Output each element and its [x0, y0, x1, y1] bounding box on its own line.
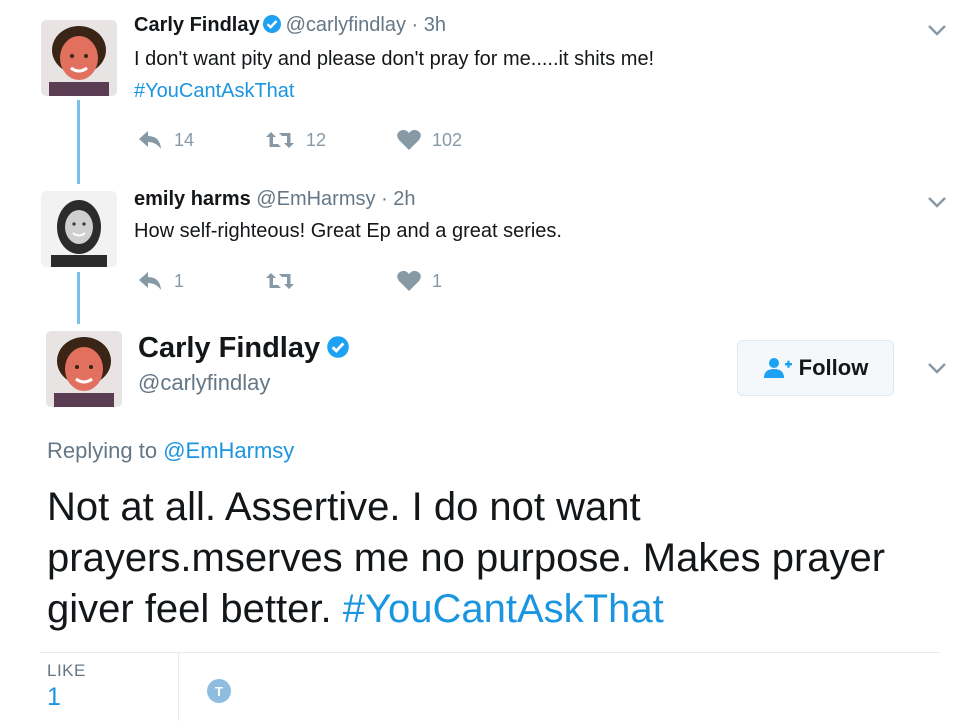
author-name[interactable]: emily harms — [134, 188, 251, 210]
tweet-header: emily harms @EmHarmsy · 2h — [134, 188, 416, 211]
retweet-button[interactable]: 12 — [264, 128, 326, 152]
reply-icon — [139, 131, 161, 149]
verified-badge-icon — [262, 14, 282, 40]
retweet-icon — [266, 273, 294, 289]
author-handle[interactable]: @carlyfindlay — [138, 370, 270, 396]
tweet-text: Not at all. Assertive. I do not want pra… — [47, 482, 947, 635]
likes-label[interactable]: LIKE — [47, 661, 86, 681]
hashtag-link[interactable]: #YouCantAskThat — [343, 587, 664, 631]
retweet-button[interactable] — [264, 269, 306, 293]
avatar[interactable] — [41, 20, 117, 96]
author-name-text[interactable]: Carly Findlay — [138, 332, 320, 364]
author-handle[interactable]: @EmHarmsy — [256, 188, 375, 210]
tweet-time[interactable]: · 3h — [412, 14, 446, 36]
reply-target-link[interactable]: @EmHarmsy — [163, 438, 294, 463]
author-handle[interactable]: @carlyfindlay — [286, 14, 406, 36]
reply-button[interactable]: 14 — [136, 128, 194, 152]
hashtag-link[interactable]: #YouCantAskThat — [134, 80, 294, 103]
like-count: 1 — [432, 270, 443, 291]
verified-badge-icon — [326, 334, 350, 367]
reply-icon — [139, 272, 161, 290]
likes-count[interactable]: 1 — [47, 683, 61, 712]
tweet-actions: 14 12 102 — [134, 128, 534, 156]
follow-button[interactable]: Follow — [737, 340, 894, 396]
tweet-carly-1[interactable]: Carly Findlay @carlyfindlay · 3h I don't … — [0, 0, 970, 180]
avatar[interactable] — [41, 191, 117, 267]
tweet-emily[interactable]: emily harms @EmHarmsy · 2h How self-righ… — [0, 180, 970, 320]
avatar-photo — [41, 20, 117, 96]
divider — [40, 652, 940, 653]
avatar-photo — [46, 331, 122, 407]
reply-count: 14 — [174, 129, 195, 150]
retweet-count: 12 — [306, 129, 327, 150]
tweet-actions: 1 1 — [134, 269, 534, 297]
retweet-icon — [266, 132, 294, 148]
reply-count: 1 — [174, 270, 185, 291]
replying-prefix: Replying to — [47, 438, 158, 463]
like-count: 102 — [432, 129, 463, 150]
heart-icon — [397, 270, 421, 291]
tweet-header: Carly Findlay @carlyfindlay · 3h — [134, 14, 446, 40]
like-button[interactable]: 102 — [396, 128, 462, 152]
tweet-time[interactable]: · 2h — [381, 188, 415, 210]
add-user-icon — [763, 358, 792, 378]
chevron-down-icon[interactable] — [925, 360, 949, 376]
author-name[interactable]: Carly Findlay — [138, 332, 354, 367]
heart-icon — [397, 129, 421, 150]
avatar-photo — [41, 191, 117, 267]
replying-to: Replying to @EmHarmsy — [47, 438, 294, 464]
avatar[interactable] — [46, 331, 122, 407]
like-button[interactable]: 1 — [396, 269, 442, 293]
liker-avatar[interactable]: T — [207, 679, 231, 703]
reply-button[interactable]: 1 — [136, 269, 184, 293]
divider — [178, 653, 179, 721]
tweet-text: I don't want pity and please don't pray … — [134, 48, 655, 70]
chevron-down-icon[interactable] — [925, 22, 949, 38]
author-name[interactable]: Carly Findlay — [134, 14, 260, 36]
tweet-text: How self-righteous! Great Ep and a great… — [134, 220, 562, 242]
chevron-down-icon[interactable] — [925, 194, 949, 210]
follow-label: Follow — [798, 355, 869, 380]
